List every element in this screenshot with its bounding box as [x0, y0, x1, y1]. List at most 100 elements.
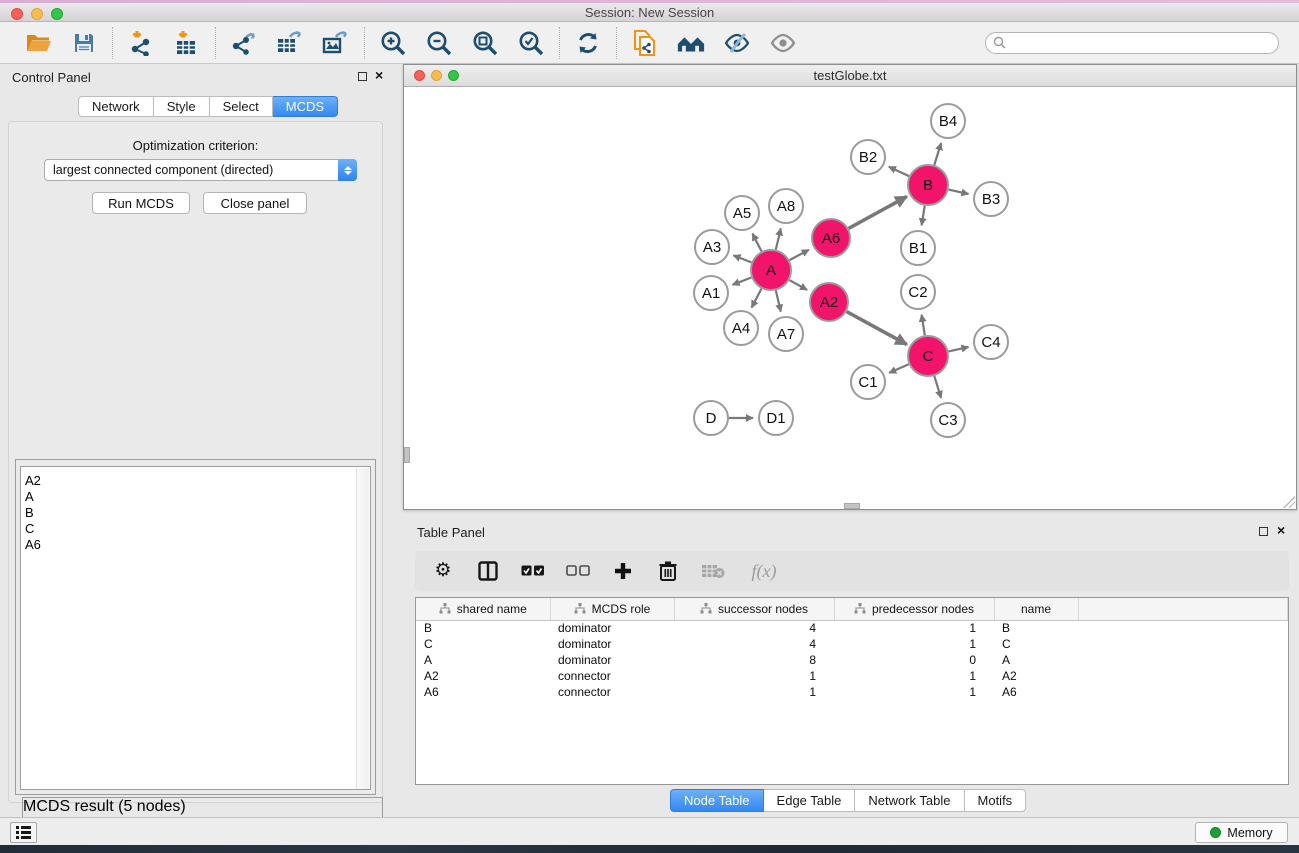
- column-header-successor-nodes[interactable]: successor nodes: [674, 598, 834, 620]
- select-all-checkboxes-icon[interactable]: [521, 559, 545, 583]
- edge-A-A2[interactable]: [789, 280, 807, 290]
- edge-B-B3[interactable]: [949, 190, 969, 194]
- table-cell[interactable]: connector: [550, 684, 674, 700]
- table-cell[interactable]: 1: [834, 668, 994, 684]
- table-settings-icon[interactable]: ⚙: [431, 559, 455, 583]
- canvas-left-scrollbar[interactable]: [404, 447, 410, 463]
- result-item[interactable]: A2: [25, 473, 370, 489]
- column-header-name[interactable]: name: [994, 598, 1078, 620]
- network-window-titlebar[interactable]: testGlobe.txt: [404, 65, 1296, 87]
- zoom-selected-icon[interactable]: [516, 28, 546, 58]
- zoom-in-icon[interactable]: [378, 28, 408, 58]
- table-row[interactable]: Bdominator41B: [416, 620, 1288, 636]
- add-column-icon[interactable]: [611, 559, 635, 583]
- table-cell[interactable]: 4: [674, 620, 834, 636]
- tab-edge-table[interactable]: Edge Table: [764, 789, 856, 812]
- node-table[interactable]: shared nameMCDS rolesuccessor nodesprede…: [415, 597, 1289, 785]
- edge-A-A7[interactable]: [776, 290, 781, 311]
- window-resize-handle[interactable]: [1283, 496, 1295, 508]
- function-builder-icon[interactable]: f(x): [746, 559, 782, 583]
- table-row[interactable]: A2connector11A2: [416, 668, 1288, 684]
- table-cell[interactable]: A6: [994, 684, 1078, 700]
- close-panel-icon[interactable]: ×: [375, 67, 383, 83]
- table-row[interactable]: Cdominator41C: [416, 636, 1288, 652]
- column-header-predecessor-nodes[interactable]: predecessor nodes: [834, 598, 994, 620]
- split-view-icon[interactable]: [476, 559, 500, 583]
- table-cell[interactable]: A6: [416, 684, 550, 700]
- table-cell[interactable]: 1: [834, 620, 994, 636]
- table-cell[interactable]: 1: [834, 636, 994, 652]
- delete-columns-icon[interactable]: [656, 559, 680, 583]
- edge-B-B4[interactable]: [934, 143, 941, 165]
- export-table-icon[interactable]: [275, 28, 305, 58]
- table-cell[interactable]: B: [416, 620, 550, 636]
- table-row[interactable]: A6connector11A6: [416, 684, 1288, 700]
- search-box[interactable]: [985, 32, 1279, 54]
- close-panel-button[interactable]: Close panel: [203, 192, 307, 214]
- result-item[interactable]: C: [25, 521, 370, 537]
- result-item[interactable]: A6: [25, 537, 370, 553]
- open-session-icon[interactable]: [23, 28, 53, 58]
- result-item[interactable]: B: [25, 505, 370, 521]
- edge-A-A4[interactable]: [752, 289, 762, 308]
- canvas-bottom-scrollbar[interactable]: [844, 503, 860, 509]
- column-header-shared-name[interactable]: shared name: [416, 598, 550, 620]
- home-view-icon[interactable]: [676, 28, 706, 58]
- table-cell[interactable]: A: [416, 652, 550, 668]
- table-cell[interactable]: 0: [834, 652, 994, 668]
- tab-select[interactable]: Select: [210, 96, 273, 117]
- zoom-fit-icon[interactable]: [470, 28, 500, 58]
- tab-network-table[interactable]: Network Table: [855, 789, 964, 812]
- tab-style[interactable]: Style: [154, 96, 210, 117]
- edge-A-A5[interactable]: [752, 234, 761, 252]
- edge-B-B1[interactable]: [922, 206, 925, 226]
- edge-C-C4[interactable]: [949, 347, 969, 351]
- mcds-result-list[interactable]: A2ABCA6: [20, 466, 371, 790]
- table-cell[interactable]: dominator: [550, 636, 674, 652]
- edge-A-A8[interactable]: [776, 228, 781, 249]
- table-cell[interactable]: dominator: [550, 652, 674, 668]
- network-canvas[interactable]: B4B2BB3A5A8A6B1A3AA1C2A2A4A7C4CC1C3DD1: [404, 87, 1296, 509]
- table-cell[interactable]: 1: [834, 684, 994, 700]
- float-table-panel-icon[interactable]: [1259, 527, 1268, 536]
- table-cell[interactable]: connector: [550, 668, 674, 684]
- table-cell[interactable]: 8: [674, 652, 834, 668]
- table-cell[interactable]: 1: [674, 668, 834, 684]
- close-table-panel-icon[interactable]: ×: [1277, 522, 1285, 538]
- table-cell[interactable]: A: [994, 652, 1078, 668]
- run-mcds-button[interactable]: Run MCDS: [92, 192, 190, 214]
- edge-B-B2[interactable]: [889, 167, 909, 176]
- table-cell[interactable]: B: [994, 620, 1078, 636]
- tab-mcds[interactable]: MCDS: [273, 96, 338, 117]
- table-cell[interactable]: A2: [416, 668, 550, 684]
- import-table-icon[interactable]: [172, 28, 202, 58]
- result-item[interactable]: A: [25, 489, 370, 505]
- tab-motifs[interactable]: Motifs: [965, 789, 1027, 812]
- export-image-icon[interactable]: [321, 28, 351, 58]
- tab-node-table[interactable]: Node Table: [670, 789, 764, 812]
- show-graphics-details-icon[interactable]: [768, 28, 798, 58]
- tab-network[interactable]: Network: [78, 96, 154, 117]
- export-network-icon[interactable]: [229, 28, 259, 58]
- list-scrollbar[interactable]: [356, 468, 369, 790]
- delete-table-icon[interactable]: [701, 559, 725, 583]
- edge-C-C3[interactable]: [934, 376, 941, 398]
- table-cell[interactable]: C: [994, 636, 1078, 652]
- float-panel-icon[interactable]: [358, 72, 367, 81]
- table-cell[interactable]: C: [416, 636, 550, 652]
- table-cell[interactable]: dominator: [550, 620, 674, 636]
- hide-graphics-details-icon[interactable]: [722, 28, 752, 58]
- edge-C-C1[interactable]: [889, 364, 909, 373]
- deselect-all-checkboxes-icon[interactable]: [566, 559, 590, 583]
- edge-A2-C[interactable]: [847, 312, 907, 345]
- search-input[interactable]: [1010, 36, 1278, 50]
- column-header-MCDS-role[interactable]: MCDS role: [550, 598, 674, 620]
- edge-A-A3[interactable]: [733, 255, 751, 262]
- edge-A6-B[interactable]: [849, 197, 907, 229]
- table-cell[interactable]: 1: [674, 684, 834, 700]
- table-row[interactable]: Adominator80A: [416, 652, 1288, 668]
- edge-A-A6[interactable]: [790, 250, 809, 260]
- edge-A-A1[interactable]: [733, 278, 752, 285]
- edge-C-C2[interactable]: [922, 315, 925, 336]
- table-cell[interactable]: A2: [994, 668, 1078, 684]
